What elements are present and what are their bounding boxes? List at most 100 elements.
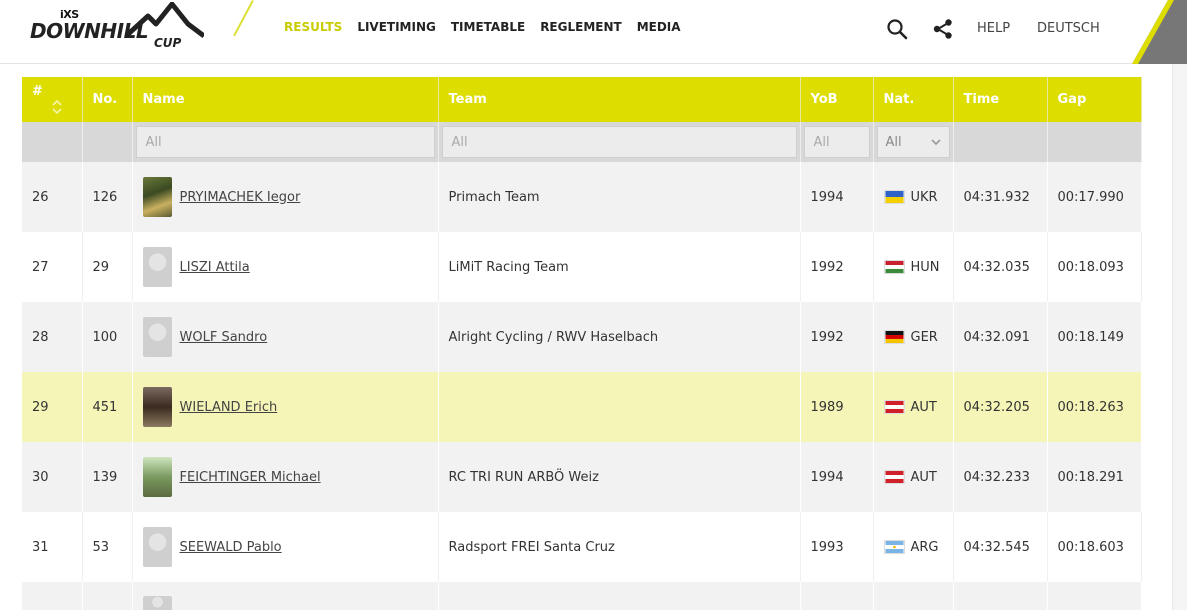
filter-empty-gap [1047, 122, 1142, 162]
cell-no: 53 [82, 512, 133, 582]
table-row[interactable]: 31 53 SEEWALD Pablo Radsport FREI Santa … [22, 512, 1142, 582]
table-row-highlighted[interactable]: 29 451 WIELAND Erich 1989 AUT 04:32.205 … [22, 372, 1142, 442]
share-icon[interactable] [932, 18, 954, 40]
cell-gap: 00:18.149 [1047, 302, 1142, 372]
cell-time: 04:32.205 [953, 372, 1048, 442]
filter-empty-rank [22, 122, 83, 162]
cell-yob: 1993 [800, 512, 874, 582]
nav-reglement[interactable]: REGLEMENT [540, 20, 622, 34]
cell-rank: 31 [22, 512, 83, 582]
cell-rank-empty [22, 582, 83, 610]
cell-no: 139 [82, 442, 133, 512]
rider-name-link[interactable]: SEEWALD Pablo [180, 540, 282, 555]
rider-photo-avatar [142, 457, 172, 497]
flag-ukraine-icon [883, 190, 905, 204]
rider-name-link[interactable]: FEICHTINGER Michael [180, 470, 321, 485]
rider-photo-avatar [142, 387, 172, 427]
table-row[interactable]: 30 139 FEICHTINGER Michael RC TRI RUN AR… [22, 442, 1142, 512]
nat-filter-value: All [885, 135, 902, 150]
yob-filter-input[interactable]: All [803, 126, 870, 158]
cell-no: 100 [82, 302, 133, 372]
rider-name-link[interactable]: PRYIMACHEK Iegor [180, 190, 301, 205]
col-rank-label: # [32, 84, 43, 99]
cell-time-empty [953, 582, 1048, 610]
rider-placeholder-avatar [142, 247, 172, 287]
cell-nat: HUN [910, 259, 940, 275]
filter-row: All All All All [22, 122, 1142, 162]
cell-gap: 00:17.990 [1047, 162, 1142, 232]
cell-no-empty [82, 582, 133, 610]
team-filter-input[interactable]: All [441, 126, 797, 158]
cell-rank: 30 [22, 442, 83, 512]
rider-name-link[interactable]: WIELAND Erich [180, 400, 278, 415]
rider-name-link[interactable]: WOLF Sandro [180, 330, 268, 345]
rider-name-link[interactable]: LISZI Attila [180, 260, 250, 275]
cell-team-empty [438, 582, 801, 610]
cell-no: 126 [82, 162, 133, 232]
cell-gap: 00:18.093 [1047, 232, 1142, 302]
table-row[interactable]: 28 100 WOLF Sandro Alright Cycling / RWV… [22, 302, 1142, 372]
results-table: # No. Name Team YoB Nat. Time Gap All Al… [22, 77, 1142, 610]
col-rank-header[interactable]: # [22, 77, 83, 122]
cell-gap: 00:18.291 [1047, 442, 1142, 512]
flag-argentina-icon [883, 540, 905, 554]
help-link[interactable]: HELP [977, 21, 1010, 36]
filter-empty-no [82, 122, 133, 162]
table-row-partial[interactable] [22, 582, 1142, 610]
decorative-slash [233, 0, 254, 37]
cell-nat: AUT [910, 469, 937, 485]
col-no-header[interactable]: No. [82, 77, 133, 122]
nat-filter-select[interactable]: All [876, 126, 950, 158]
col-yob-header[interactable]: YoB [800, 77, 874, 122]
corner-decoration [1132, 0, 1187, 64]
cell-time: 04:32.035 [953, 232, 1048, 302]
table-row[interactable]: 26 126 PRYIMACHEK Iegor Primach Team 199… [22, 162, 1142, 232]
cell-rank: 26 [22, 162, 83, 232]
flag-austria-icon [883, 470, 905, 484]
cell-team [438, 372, 801, 442]
col-gap-header[interactable]: Gap [1047, 77, 1142, 122]
cell-no: 451 [82, 372, 133, 442]
cell-no: 29 [82, 232, 133, 302]
logo-downhill-text: DOWNHILL [30, 19, 149, 43]
cell-team: Alright Cycling / RWV Haselbach [438, 302, 801, 372]
logo-cup-text: CUP [154, 36, 182, 50]
cell-gap: 00:18.603 [1047, 512, 1142, 582]
col-nat-header[interactable]: Nat. [873, 77, 954, 122]
cell-time: 04:31.932 [953, 162, 1048, 232]
cell-gap: 00:18.263 [1047, 372, 1142, 442]
filter-empty-time [953, 122, 1048, 162]
cell-rank: 27 [22, 232, 83, 302]
cell-time: 04:32.091 [953, 302, 1048, 372]
col-time-header[interactable]: Time [953, 77, 1048, 122]
cell-team: LiMiT Racing Team [438, 232, 801, 302]
ixs-downhill-cup-logo[interactable]: iXS DOWNHILL CUP [26, 2, 204, 54]
table-header-row: # No. Name Team YoB Nat. Time Gap [22, 77, 1142, 122]
cell-team: Radsport FREI Santa Cruz [438, 512, 801, 582]
nav-media[interactable]: MEDIA [637, 20, 681, 34]
cell-rank: 28 [22, 302, 83, 372]
cell-nat: GER [910, 329, 938, 345]
cell-time: 04:32.233 [953, 442, 1048, 512]
cell-gap-empty [1047, 582, 1142, 610]
cell-team: Primach Team [438, 162, 801, 232]
cell-yob: 1994 [800, 442, 874, 512]
table-row[interactable]: 27 29 LISZI Attila LiMiT Racing Team 199… [22, 232, 1142, 302]
cell-yob: 1992 [800, 302, 874, 372]
search-icon[interactable] [886, 18, 908, 40]
sort-chevron-icon[interactable] [52, 99, 62, 115]
top-navigation-bar: iXS DOWNHILL CUP RESULTS LIVETIMING TIME… [0, 0, 1187, 64]
flag-hungary-icon [883, 260, 905, 274]
page-scrollbar-track[interactable] [1172, 64, 1187, 610]
language-switch[interactable]: DEUTSCH [1037, 21, 1100, 36]
cell-nat: AUT [910, 399, 937, 415]
flag-germany-icon [883, 330, 905, 344]
flag-austria-icon [883, 400, 905, 414]
nav-livetiming[interactable]: LIVETIMING [357, 20, 436, 34]
name-filter-input[interactable]: All [135, 126, 435, 158]
col-team-header[interactable]: Team [438, 77, 801, 122]
col-name-header[interactable]: Name [132, 77, 439, 122]
rider-placeholder-avatar [142, 596, 172, 610]
nav-results[interactable]: RESULTS [284, 20, 342, 34]
nav-timetable[interactable]: TIMETABLE [451, 20, 525, 34]
